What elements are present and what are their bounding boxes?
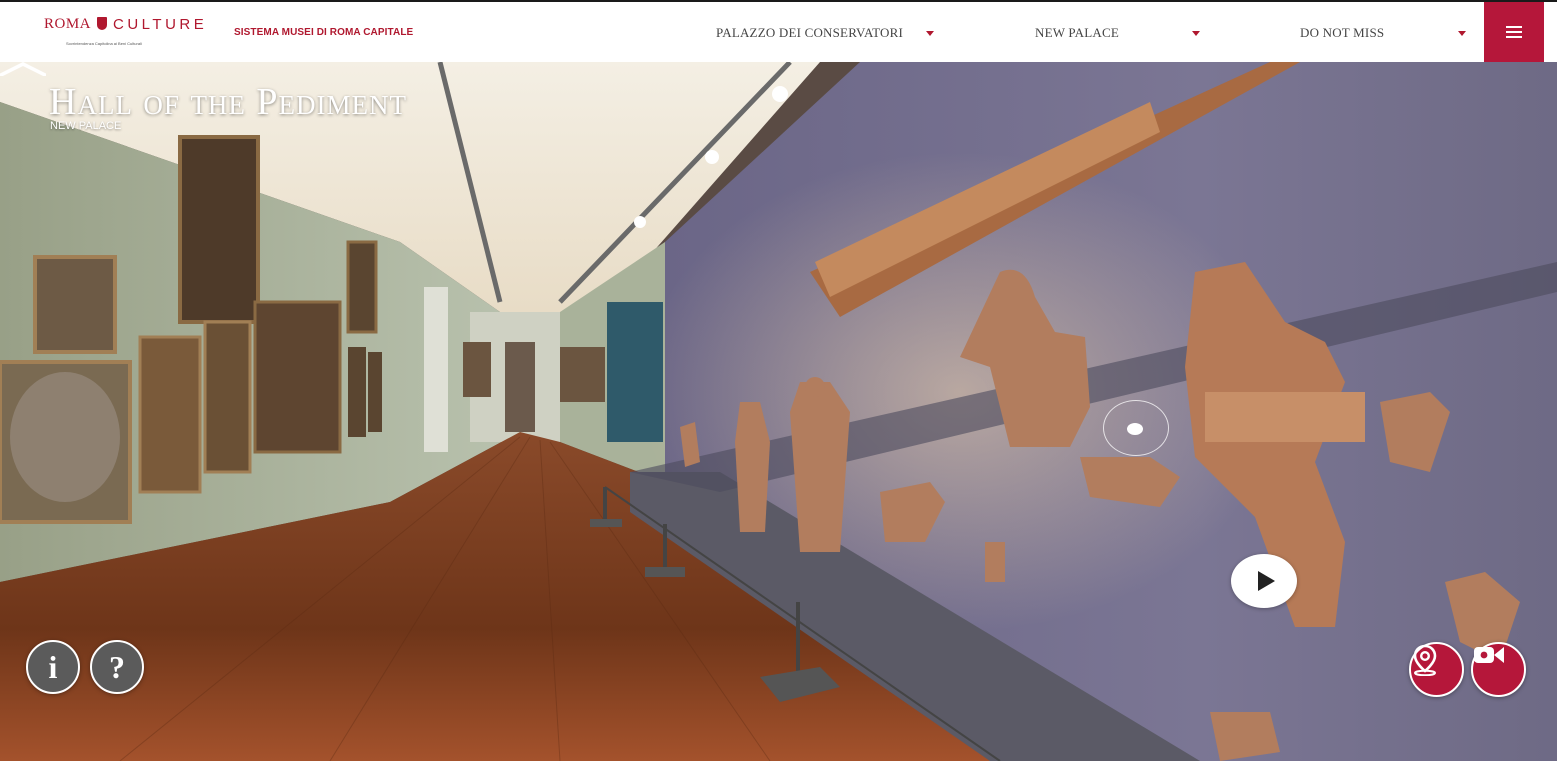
info-button[interactable]: i: [26, 640, 80, 694]
sistema-musei-link[interactable]: SISTEMA MUSEI DI ROMA CAPITALE: [234, 27, 413, 38]
room-subtitle: NEW PALACE: [50, 120, 122, 132]
hamburger-icon: [1506, 27, 1522, 37]
caret-down-icon: [1458, 30, 1466, 36]
nav-label: NEW PALACE: [1035, 25, 1119, 40]
nav-dropdown-new-palace[interactable]: NEW PALACE: [1035, 25, 1200, 41]
chevron-up-icon[interactable]: [0, 62, 46, 76]
info-icon: i: [48, 649, 58, 685]
help-icon: ?: [109, 649, 125, 685]
help-button[interactable]: ?: [90, 640, 144, 694]
top-navigation-bar: ROMA CULTURE Sovrintendenza Capitolina a…: [0, 0, 1557, 62]
nav-label: PALAZZO DEI CONSERVATORI: [716, 25, 903, 40]
menu-button[interactable]: [1484, 2, 1544, 62]
map-pin-icon: [1413, 644, 1437, 676]
shield-icon: [97, 17, 108, 30]
caret-down-icon: [926, 30, 934, 36]
map-button[interactable]: [1409, 642, 1464, 697]
video-camera-icon: [1474, 647, 1504, 663]
panorama-viewer[interactable]: Hall of the Pediment NEW PALACE i ?: [0, 62, 1557, 761]
room-title: Hall of the Pediment: [49, 81, 408, 123]
play-icon: [1258, 571, 1275, 591]
logo-roma-text: ROMA: [44, 16, 92, 32]
hotspot-marker[interactable]: [1103, 400, 1169, 456]
video-button[interactable]: [1471, 642, 1526, 697]
logo-tagline: Sovrintendenza Capitolina ai Beni Cultur…: [66, 41, 142, 46]
caret-down-icon: [1192, 30, 1200, 36]
play-video-button[interactable]: [1231, 554, 1297, 608]
nav-label: DO NOT MISS: [1300, 25, 1385, 40]
gallery-scene-image: [0, 62, 1557, 761]
nav-dropdown-palazzo[interactable]: PALAZZO DEI CONSERVATORI: [716, 25, 934, 41]
roma-culture-logo[interactable]: ROMA CULTURE Sovrintendenza Capitolina a…: [44, 16, 208, 46]
logo-culture-text: CULTURE: [113, 16, 208, 33]
nav-dropdown-do-not-miss[interactable]: DO NOT MISS: [1300, 25, 1466, 41]
